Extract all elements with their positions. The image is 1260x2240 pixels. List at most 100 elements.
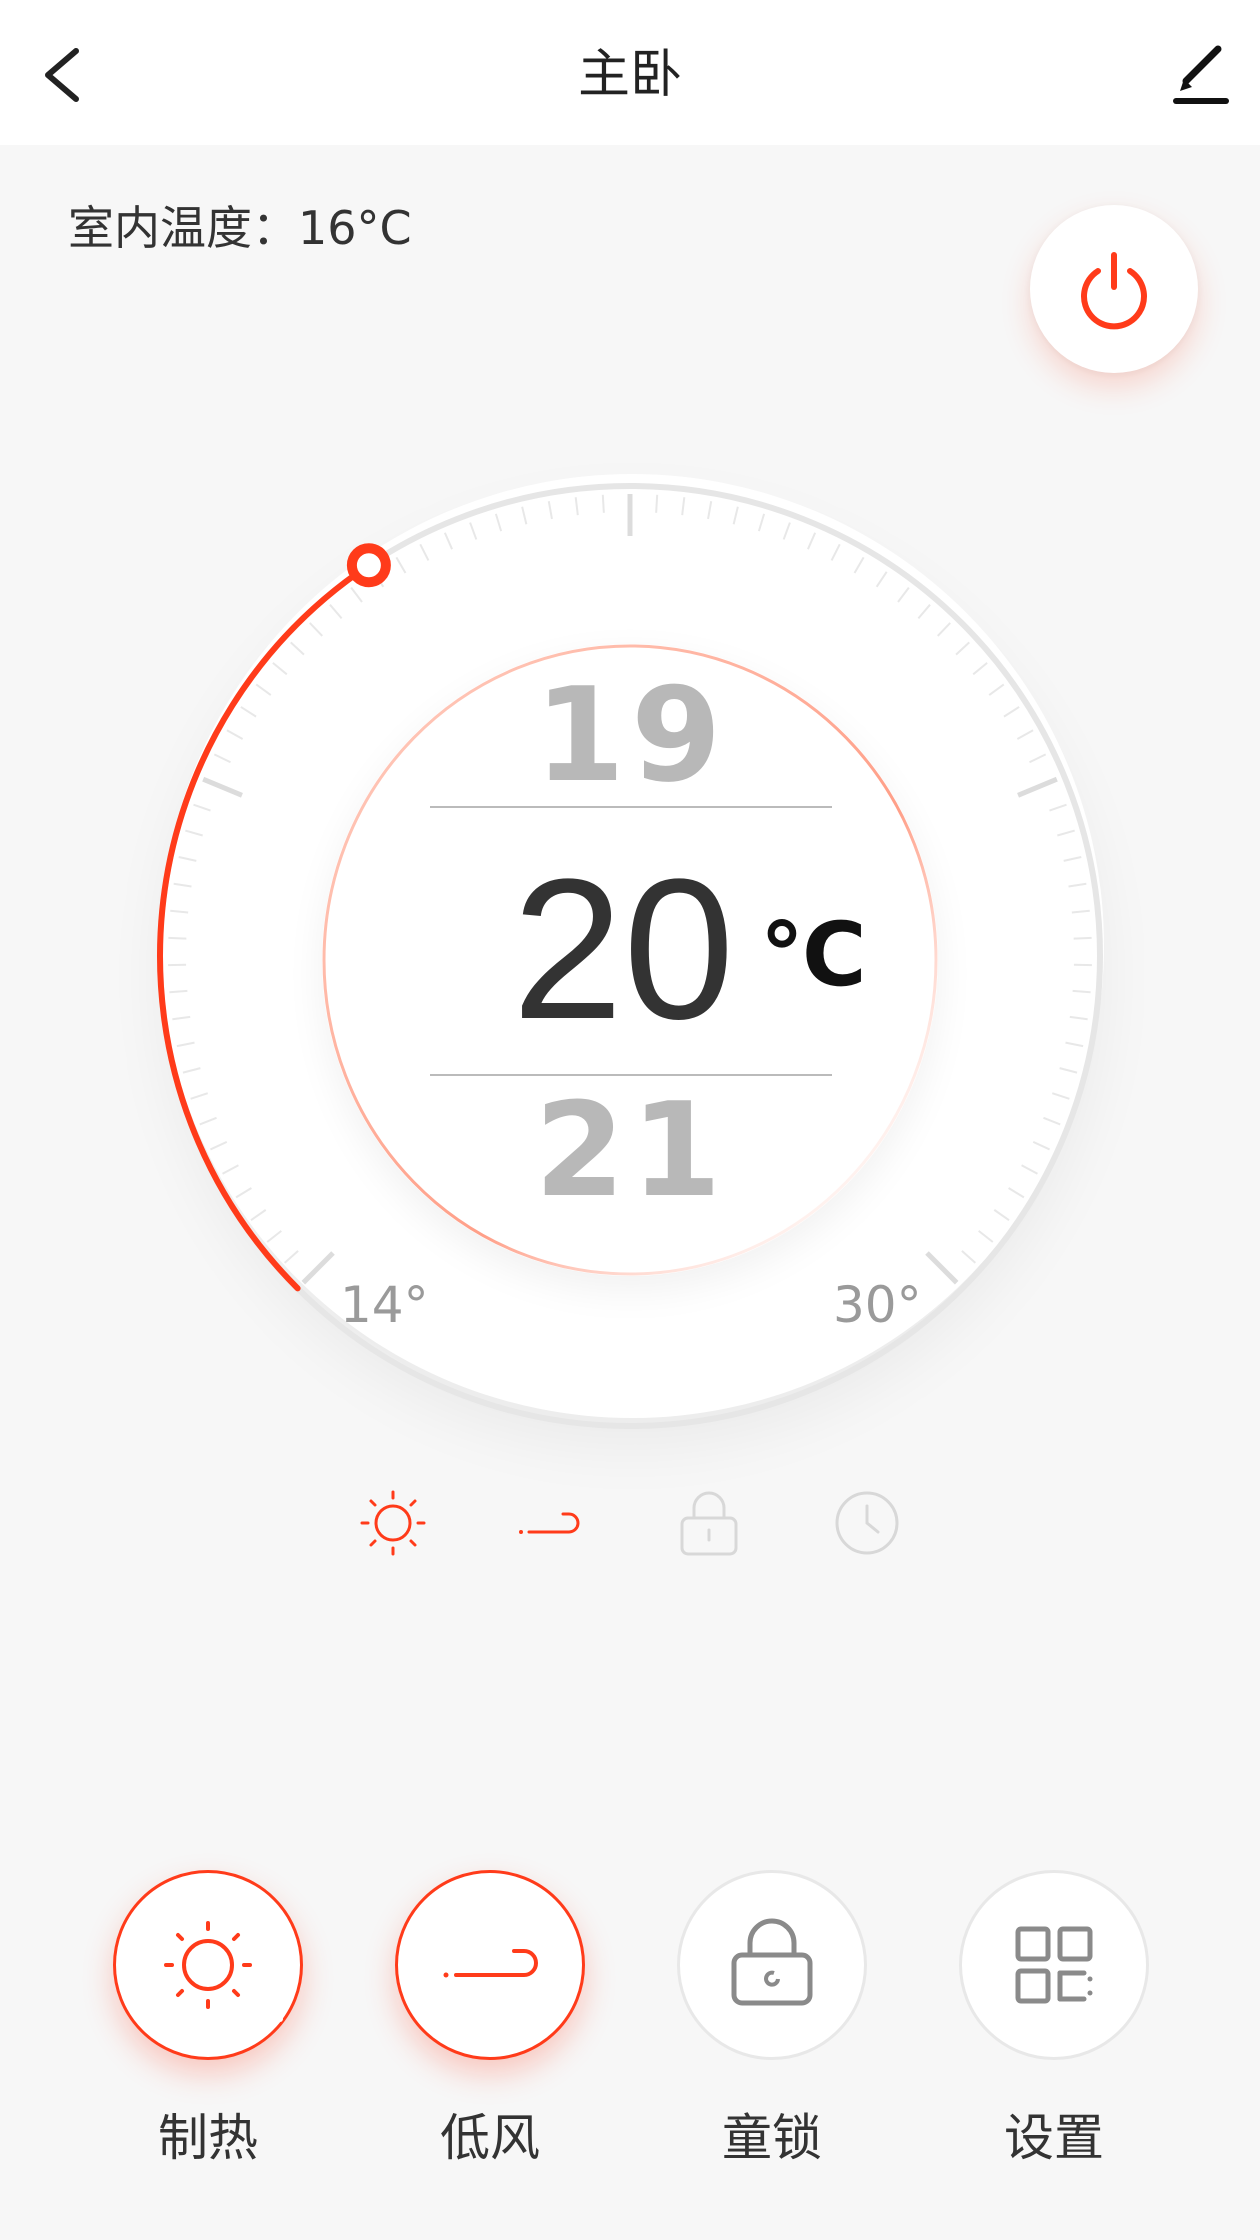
dial-tick (1063, 856, 1082, 862)
dial-tick (176, 1041, 195, 1048)
heat-mode-button[interactable] (113, 1870, 303, 2060)
settings-label: 设置 (1004, 2109, 1104, 2167)
dial-tick (395, 556, 407, 574)
child-lock-label: 童锁 (722, 2109, 822, 2167)
dial-tick (290, 641, 305, 656)
dial-tick (574, 497, 579, 516)
dial-tick (1016, 729, 1034, 740)
dial-tick (222, 1164, 239, 1175)
dial-tick (917, 604, 931, 620)
dial-tick (993, 1209, 1010, 1221)
lock-icon (731, 1918, 813, 2006)
dial-tick (1008, 1187, 1025, 1199)
dial-tick (1029, 753, 1047, 764)
dial-tick (226, 729, 244, 740)
dial-tick (329, 604, 343, 620)
grid-icon (1015, 1926, 1093, 2004)
child-lock-button[interactable] (677, 1870, 867, 2060)
dial-tick (173, 882, 192, 888)
dial-handle[interactable] (346, 543, 391, 588)
status-lock-icon (676, 1490, 742, 1556)
dial-tick (272, 662, 288, 676)
dial-tick (732, 506, 739, 525)
dial-tick (240, 706, 257, 718)
dial-tick (547, 501, 553, 520)
dial-tick (1032, 1140, 1050, 1151)
dial-tick (972, 662, 988, 676)
dial-tick (978, 1230, 994, 1243)
dial-tick (875, 571, 888, 588)
settings-button[interactable] (959, 1870, 1149, 2060)
dial-tick (255, 683, 272, 696)
min-temperature-label: 14° (340, 1276, 429, 1334)
dial-tick (961, 1250, 977, 1264)
dial-tick (168, 936, 187, 940)
max-temperature-label: 30° (833, 1276, 922, 1334)
dial-tick (172, 1015, 191, 1021)
dial-tick (350, 587, 363, 603)
dial-tick (210, 1140, 228, 1151)
dial-tick (937, 622, 951, 637)
dial-tick (757, 513, 766, 532)
dial-tick (182, 1067, 201, 1074)
dial-tick (1057, 829, 1075, 837)
dial-tick (681, 497, 686, 516)
picker-prev-value: 19 (534, 659, 728, 811)
status-wind-icon (517, 1490, 583, 1556)
dial-tick (469, 522, 478, 540)
dial-major-tick (1017, 776, 1058, 798)
dial-tick (830, 543, 841, 561)
dial-tick (235, 1187, 252, 1199)
temperature-dial: 19 20 ℃ 21 14° 30° (0, 0, 1260, 1500)
dial-tick (988, 683, 1005, 696)
dial-tick (178, 856, 197, 862)
dial-tick (1021, 1164, 1038, 1175)
dial-tick (1043, 1116, 1061, 1126)
dial-tick (521, 506, 528, 525)
dial-tick (707, 501, 713, 520)
dial-tick (1072, 989, 1091, 994)
dial-tick (185, 829, 203, 837)
temperature-unit: ℃ (760, 903, 867, 1006)
dial-tick (170, 909, 189, 914)
sun-icon (164, 1921, 283, 2022)
dial-tick (1071, 909, 1090, 914)
dial-tick (955, 641, 970, 656)
dial-tick (897, 587, 910, 603)
dial-tick (782, 522, 791, 540)
dial-tick (1068, 882, 1087, 888)
status-sun-icon (360, 1490, 426, 1556)
dial-tick (655, 494, 659, 513)
picker-next-value: 21 (534, 1074, 728, 1226)
dial-tick (1059, 1067, 1078, 1074)
dial-tick (1065, 1041, 1084, 1048)
dial-tick (853, 556, 865, 574)
dial-tick (1003, 706, 1020, 718)
dial-tick (190, 1092, 209, 1100)
dial-tick (199, 1116, 217, 1126)
dial-tick (1051, 1092, 1070, 1100)
dial-tick (250, 1209, 267, 1221)
dial-tick (193, 803, 211, 812)
dial-tick (807, 532, 817, 550)
low-wind-label: 低风 (440, 2109, 540, 2167)
dial-tick (309, 622, 323, 637)
dial-tick (601, 494, 605, 513)
set-temperature: 20 (512, 838, 735, 1061)
status-clock-icon (834, 1490, 900, 1556)
dial-major-tick (202, 776, 243, 798)
low-wind-button[interactable] (395, 1870, 585, 2060)
heat-mode-label: 制热 (158, 2109, 258, 2167)
dial-tick (169, 989, 188, 994)
dial-tick (283, 1250, 299, 1264)
dial-tick (266, 1230, 282, 1243)
dial-tick (1073, 936, 1092, 940)
wind-icon (443, 1949, 538, 1978)
dial-tick (494, 513, 503, 532)
dial-tick (213, 753, 231, 764)
dial-tick (1069, 1015, 1088, 1021)
dial-tick (1049, 803, 1067, 812)
dial-tick (419, 543, 430, 561)
dial-tick (443, 532, 453, 550)
picker-divider-top (430, 806, 832, 808)
